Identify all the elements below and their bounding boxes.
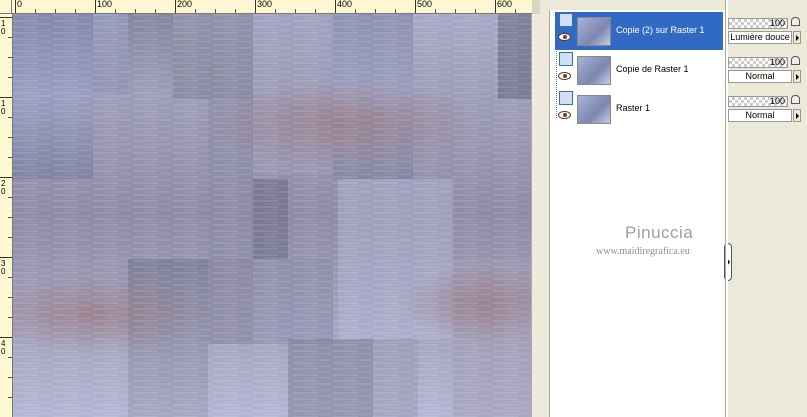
watermark-url: www.maidiregrafica.eu	[596, 246, 690, 257]
lock-icon[interactable]	[791, 56, 800, 65]
layer-row-copie-2[interactable]: Copie (2) sur Raster 1	[555, 12, 723, 50]
image-texture	[13, 14, 531, 417]
ruler-label: 0	[1, 267, 6, 276]
ruler-label: 0	[1, 187, 6, 196]
opacity-slider[interactable]: 100	[728, 57, 788, 68]
ruler-label: 0	[1, 107, 6, 116]
ruler-label: 0	[1, 27, 6, 36]
ruler-label: 300	[257, 0, 273, 9]
vertical-scrollbar[interactable]	[531, 14, 540, 417]
ruler-label: 100	[97, 0, 113, 9]
layer-visibility-icon[interactable]	[559, 13, 573, 27]
layer-props-row: 100 Normal	[728, 92, 807, 130]
image-canvas[interactable]	[13, 14, 531, 417]
ruler-vertical: 1 0 1 0 2 0 3 0 4 0	[0, 14, 13, 417]
blend-mode-arrow-icon[interactable]	[793, 70, 801, 83]
canvas-area[interactable]: 0 100 200 300 400 500 600 1 0 1 0 2 0 3 …	[0, 0, 540, 417]
opacity-slider[interactable]: 100	[728, 18, 788, 29]
layer-thumbnail	[577, 95, 611, 124]
layer-thumbnail	[577, 56, 611, 85]
ruler-corner	[0, 0, 12, 14]
layer-name: Copie (2) sur Raster 1	[616, 25, 705, 35]
layer-thumbnail	[577, 17, 611, 46]
layer-row-raster-1[interactable]: Raster 1	[555, 90, 723, 128]
blend-mode-select[interactable]: Normal	[728, 109, 792, 122]
opacity-value: 100	[769, 57, 785, 67]
lock-icon[interactable]	[791, 95, 800, 104]
blend-mode-select[interactable]: Lumière douce	[728, 31, 792, 44]
layer-props-row: 100 Normal	[728, 53, 807, 91]
layer-visibility-icon[interactable]	[559, 91, 573, 105]
ruler-label: 500	[417, 0, 433, 9]
layers-panel: Copie (2) sur Raster 1 Copie de Raster 1…	[541, 0, 807, 417]
ruler-label: 600	[497, 0, 513, 9]
layer-name: Copie de Raster 1	[616, 64, 689, 74]
layer-props-row: 100 Lumière douce	[728, 14, 807, 52]
layer-row-copie[interactable]: Copie de Raster 1	[555, 51, 723, 89]
eye-icon[interactable]	[558, 33, 571, 41]
ruler-label: 200	[177, 0, 193, 9]
layer-name: Raster 1	[616, 103, 651, 113]
eye-icon[interactable]	[558, 111, 571, 119]
opacity-value: 100	[769, 96, 785, 106]
layer-list: Copie (2) sur Raster 1 Copie de Raster 1…	[549, 10, 732, 417]
blend-mode-arrow-icon[interactable]	[793, 109, 801, 122]
ruler-label: 0	[17, 0, 23, 9]
blend-mode-select[interactable]: Normal	[728, 70, 792, 83]
opacity-value: 100	[769, 18, 785, 28]
layers-toolbar	[541, 0, 727, 9]
blend-mode-arrow-icon[interactable]	[793, 31, 801, 44]
watermark-title: Pinuccia	[625, 223, 694, 242]
lock-icon[interactable]	[791, 17, 800, 26]
ruler-label: 0	[1, 347, 6, 356]
opacity-slider[interactable]: 100	[728, 96, 788, 107]
eye-icon[interactable]	[558, 72, 571, 80]
layer-visibility-icon[interactable]	[559, 52, 573, 66]
ruler-label: 400	[337, 0, 353, 9]
ruler-horizontal: 0 100 200 300 400 500 600	[12, 0, 532, 14]
